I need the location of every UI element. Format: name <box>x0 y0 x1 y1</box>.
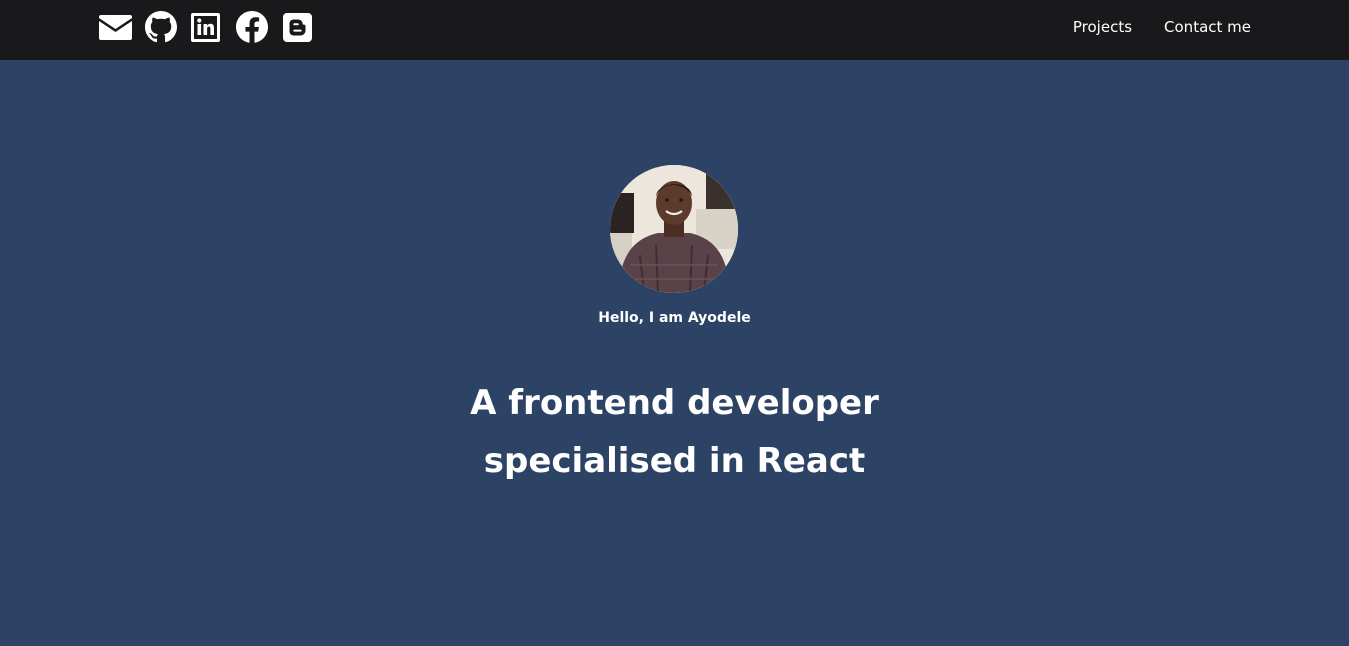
greeting-text: Hello, I am Ayodele <box>598 310 751 326</box>
email-link[interactable] <box>98 10 132 44</box>
profile-avatar <box>610 165 738 293</box>
hero-headline: A frontend developer specialised in Reac… <box>0 374 1349 490</box>
profile-photo <box>610 165 738 293</box>
headline-line-2: specialised in React <box>483 441 866 481</box>
blogger-icon <box>283 12 312 42</box>
linkedin-icon <box>191 12 220 42</box>
blogger-link[interactable] <box>283 10 312 44</box>
hero-section: Hello, I am Ayodele A frontend developer… <box>0 60 1349 646</box>
github-icon <box>145 11 177 43</box>
mail-icon <box>98 14 132 40</box>
github-link[interactable] <box>145 10 177 44</box>
social-links <box>98 10 312 44</box>
nav-projects-link[interactable]: Projects <box>1073 17 1132 37</box>
nav-contact-link[interactable]: Contact me <box>1164 17 1251 37</box>
headline-line-1: A frontend developer <box>470 383 879 423</box>
main-nav: Projects Contact me <box>1073 17 1251 37</box>
linkedin-link[interactable] <box>191 10 220 44</box>
top-navbar: Projects Contact me <box>0 0 1349 60</box>
facebook-link[interactable] <box>236 10 268 44</box>
facebook-icon <box>236 11 268 43</box>
